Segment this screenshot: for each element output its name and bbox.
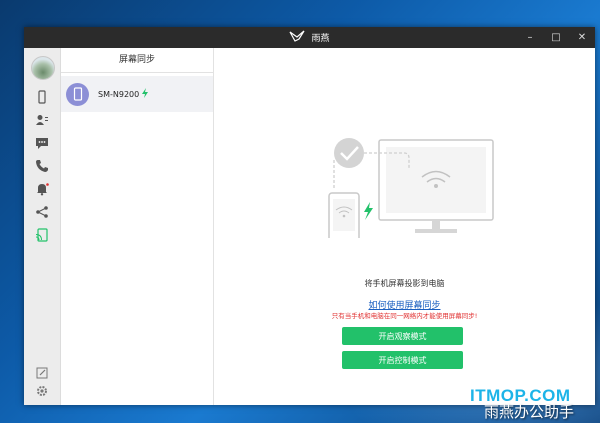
device-list-item[interactable]: SM-N9200 — [61, 76, 213, 112]
projection-caption: 将手机屏幕投影到电脑 — [364, 279, 445, 288]
contacts-icon[interactable] — [32, 111, 52, 129]
app-window: 雨燕 – □ ✕ 屏幕同步 SM-N9200 将手机屏幕投影到电脑 如何使用屏幕… — [24, 27, 595, 405]
messages-icon[interactable] — [32, 134, 52, 152]
left-nav-bar — [24, 48, 61, 405]
minimize-button[interactable]: – — [517, 27, 543, 48]
device-name: SM-N9200 — [98, 89, 140, 99]
screen-sync-illustration — [328, 138, 494, 238]
edit-icon[interactable] — [32, 364, 52, 382]
watch-mode-button[interactable]: 开启观察模式 — [342, 327, 463, 345]
call-icon[interactable] — [32, 157, 52, 175]
screen-cast-icon[interactable] — [32, 226, 52, 244]
notification-icon[interactable] — [32, 180, 52, 198]
watermark-label: 雨燕办公助手 — [484, 403, 575, 421]
phone-icon[interactable] — [32, 88, 52, 106]
device-panel: 屏幕同步 SM-N9200 — [61, 48, 214, 405]
panel-title: 屏幕同步 — [61, 48, 213, 73]
settings-icon[interactable] — [32, 382, 52, 400]
main-content: 将手机屏幕投影到电脑 如何使用屏幕同步 只有当手机和电脑在同一网络内才能使用屏幕… — [214, 48, 595, 405]
device-phone-icon — [66, 82, 89, 106]
title-bar: 雨燕 – □ ✕ — [24, 27, 595, 48]
window-title: 雨燕 — [311, 34, 330, 44]
swallow-logo-icon — [289, 30, 305, 45]
share-icon[interactable] — [32, 203, 52, 221]
control-mode-button[interactable]: 开启控制模式 — [342, 351, 463, 369]
user-avatar[interactable] — [31, 56, 55, 80]
close-button[interactable]: ✕ — [569, 27, 595, 48]
charging-icon — [142, 88, 149, 100]
network-warning: 只有当手机和电脑在同一网络内才能使用屏幕同步! — [331, 312, 478, 320]
maximize-button[interactable]: □ — [543, 27, 569, 48]
